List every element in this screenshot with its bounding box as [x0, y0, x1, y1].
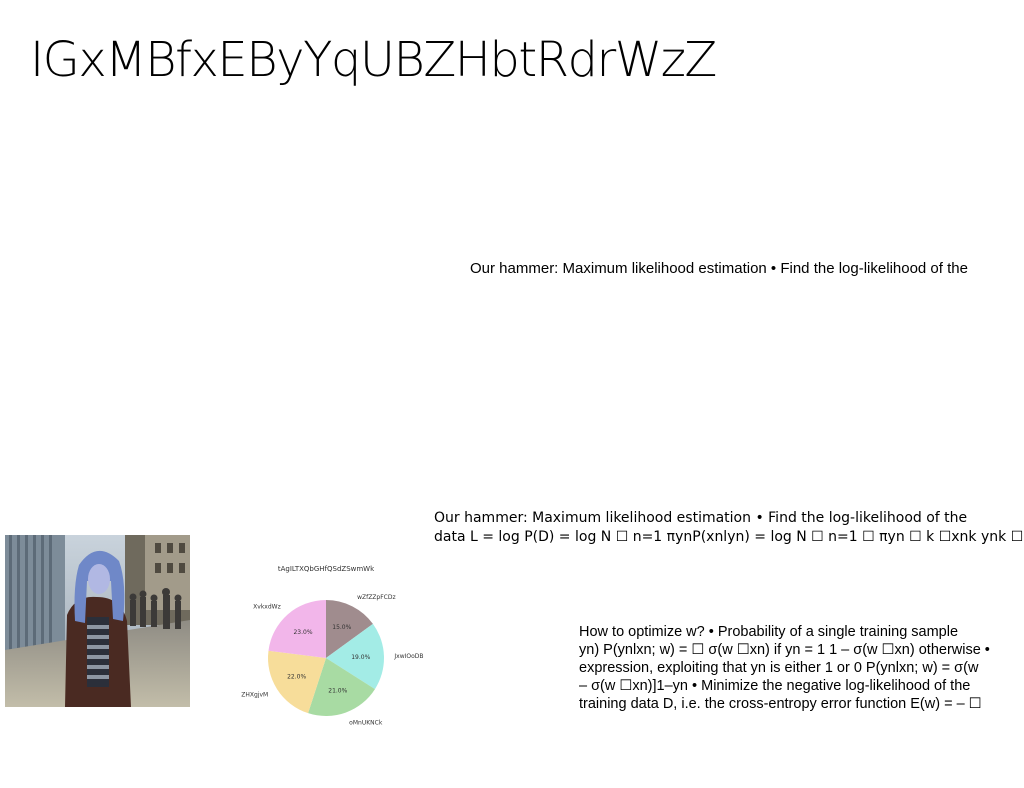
slide-title: IGxMBfxEByYqUBZHbtRdrWzZ	[30, 32, 717, 88]
text-snippet-3: How to optimize w? • Probability of a si…	[579, 623, 1024, 713]
pie-percent-label: 19.0%	[351, 654, 370, 661]
text-snippet-2: Our hammer: Maximum likelihood estimatio…	[434, 509, 1024, 547]
text-snippet-3-line-4: – σ(w ☐xn)]1–yn • Minimize the negative …	[579, 678, 971, 694]
chart-title: tAgILTXQbGHfQSdZSwmWk	[278, 565, 375, 573]
pie-category-label: wZfZZpFCDz	[357, 594, 396, 601]
pie-chart: tAgILTXQbGHfQSdZSwmWk 15.0% wZfZZpFCDz 19.…	[241, 565, 423, 726]
text-snippet-3-line-3: expression, exploiting that yn is either…	[579, 660, 979, 676]
text-snippet-2-line-1: Our hammer: Maximum likelihood estimatio…	[434, 510, 968, 526]
pie-category-label: ZHXgjvM	[241, 692, 268, 699]
text-snippet-1: Our hammer: Maximum likelihood estimatio…	[470, 260, 968, 277]
text-snippet-3-line-5: training data D, i.e. the cross-entropy …	[579, 696, 982, 712]
street-photo	[5, 535, 190, 707]
text-snippet-3-line-2: yn) P(ynlxn; w) = ☐ σ(w ☐xn) if yn = 1 1…	[579, 642, 990, 658]
pie-category-label: oMnUKNCk	[349, 719, 383, 726]
pie-percent-label: 15.0%	[332, 624, 351, 631]
pie-percent-label: 23.0%	[293, 629, 312, 636]
text-snippet-3-line-1: How to optimize w? • Probability of a si…	[579, 624, 959, 640]
pie-category-label: XvkxdWz	[253, 604, 281, 611]
pie-category-label: JxwIOoDB	[393, 653, 423, 660]
text-snippet-2-line-2: data L = log P(D) = log N ☐ n=1 πynP(xnl…	[434, 529, 1024, 545]
pie-percent-label: 22.0%	[287, 674, 306, 681]
pie-percent-label: 21.0%	[328, 688, 347, 695]
